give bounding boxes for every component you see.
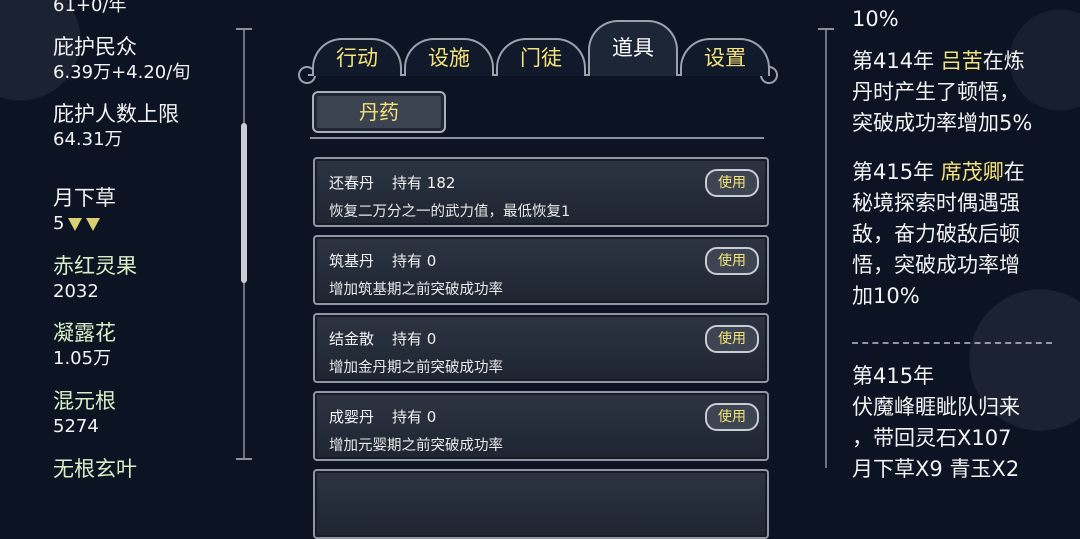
- herb-name: 凝露花: [53, 321, 116, 345]
- herb-item[interactable]: 月下草 5: [53, 185, 116, 236]
- stat-protect-label: 庇护民众: [53, 35, 137, 59]
- log-line: 10%: [852, 7, 899, 31]
- item-name: 筑基丹: [329, 252, 375, 270]
- list-item: 结金散 持有 0 增加金丹期之前突破成功率 使用: [313, 313, 769, 383]
- item-hold: 持有 0: [392, 408, 437, 426]
- subtab-pills[interactable]: 丹药: [312, 91, 446, 133]
- log-separator: [852, 342, 1052, 348]
- stat-protect-value: 6.39万: [53, 62, 112, 83]
- item-name: 成婴丹: [329, 408, 375, 426]
- stat-limit-label: 庇护人数上限: [53, 102, 179, 126]
- item-hold: 持有 182: [392, 174, 456, 192]
- herb-count: 1.05万: [53, 348, 112, 369]
- list-item: [313, 469, 769, 539]
- down-arrow-icon: [86, 218, 101, 231]
- stat-top: 61+0/年: [53, 0, 127, 18]
- subtab-divider: [310, 137, 764, 139]
- item-desc: 增加元婴期之前突破成功率: [329, 438, 503, 454]
- stat-limit-value: 64.31万: [53, 129, 123, 150]
- list-item: 还春丹 持有 182 恢复二万分之一的武力值，最低恢复1 使用: [313, 157, 769, 227]
- item-hold: 持有 0: [392, 252, 437, 270]
- tab-items[interactable]: 道具: [588, 20, 678, 76]
- log-entry: 第414年 吕苦在炼 丹时产生了顿悟， 突破成功率增加5%: [852, 49, 1033, 135]
- herb-count: 2032: [53, 281, 99, 302]
- down-arrow-icon: [68, 218, 83, 231]
- herb-item[interactable]: 赤红灵果 2032: [53, 253, 137, 304]
- herb-item[interactable]: 凝露花 1.05万: [53, 320, 116, 371]
- stat-top-delta: +0/年: [75, 0, 127, 16]
- use-button[interactable]: 使用: [705, 325, 759, 353]
- log-year: 第415年: [852, 160, 941, 184]
- use-button[interactable]: 使用: [705, 403, 759, 431]
- item-name: 结金散: [329, 330, 375, 348]
- herb-name: 月下草: [53, 186, 116, 210]
- herb-count: 5: [53, 213, 65, 234]
- log-entry: 第415年 席茂卿在 秘境探索时偶遇强 敌，奋力破敌后顿 悟，突破成功率增 加1…: [852, 160, 1025, 308]
- herb-name: 无根玄叶: [53, 457, 137, 481]
- left-scrollbar[interactable]: [236, 28, 252, 460]
- item-desc: 增加筑基期之前突破成功率: [329, 282, 503, 298]
- main-panel: 行动 设施 门徒 道具 设置 丹药 还春丹 持有 182 恢复二万分之一的武力值，…: [290, 0, 790, 539]
- disciple-name[interactable]: 吕苦: [941, 49, 983, 73]
- stat-protect-delta: +4.20/旬: [111, 62, 191, 83]
- tab-facility[interactable]: 设施: [404, 38, 494, 76]
- disciple-name[interactable]: 席茂卿: [941, 160, 1004, 184]
- stat-limit: 庇护人数上限 64.31万: [53, 101, 179, 152]
- use-button[interactable]: 使用: [705, 247, 759, 275]
- resource-panel: 61+0/年 庇护民众 6.39万+4.20/旬 庇护人数上限 64.31万 月…: [0, 0, 260, 486]
- list-item: 成婴丹 持有 0 增加元婴期之前突破成功率 使用: [313, 391, 769, 461]
- item-desc: 恢复二万分之一的武力值，最低恢复1: [329, 204, 571, 220]
- log-year: 第415年: [852, 364, 935, 388]
- herb-name: 赤红灵果: [53, 254, 137, 278]
- tab-disciple[interactable]: 门徒: [496, 38, 586, 76]
- stat-protect: 庇护民众 6.39万+4.20/旬: [53, 34, 190, 85]
- item-hold: 持有 0: [392, 330, 437, 348]
- tab-bar: 行动 设施 门徒 道具 设置: [298, 20, 778, 84]
- list-item: 筑基丹 持有 0 增加筑基期之前突破成功率 使用: [313, 235, 769, 305]
- scroll-thumb[interactable]: [241, 123, 247, 283]
- herb-item[interactable]: 混元根 5274: [53, 388, 116, 439]
- item-name: 还春丹: [329, 174, 375, 192]
- item-desc: 增加金丹期之前突破成功率: [329, 360, 503, 376]
- tab-action[interactable]: 行动: [312, 38, 402, 76]
- herb-count: 5274: [53, 416, 99, 437]
- stat-top-value: 61: [53, 0, 76, 16]
- right-scrollbar[interactable]: [818, 28, 834, 468]
- log-year: 第414年: [852, 49, 941, 73]
- use-button[interactable]: 使用: [705, 169, 759, 197]
- tab-settings[interactable]: 设置: [680, 38, 770, 76]
- log-entry: 第415年 伏魔峰睚眦队归来 ，带回灵石X107 月下草X9 青玉X2: [852, 361, 1052, 485]
- herb-item[interactable]: 无根玄叶: [53, 456, 137, 483]
- herb-name: 混元根: [53, 389, 116, 413]
